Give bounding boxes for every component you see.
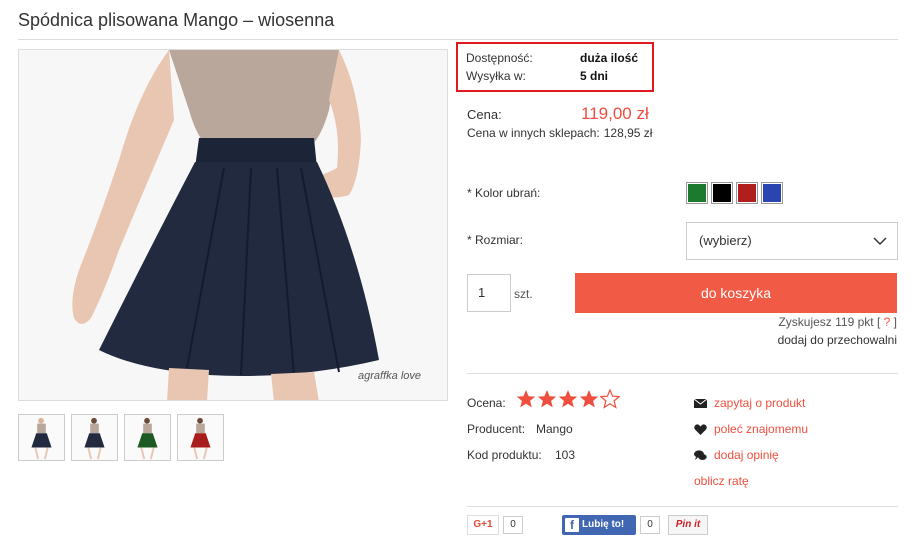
star-filled-icon[interactable] (579, 389, 599, 409)
chevron-down-icon (873, 237, 887, 246)
product-code-label: Kod produktu: (467, 448, 542, 462)
other-stores-price: Cena w innych sklepach: 128,95 zł (467, 126, 652, 140)
thumbnail-navy-2[interactable] (71, 414, 118, 461)
size-select-value: (wybierz) (699, 233, 752, 248)
star-filled-icon[interactable] (558, 389, 578, 409)
facebook-count: 0 (640, 516, 660, 534)
facebook-like-button[interactable]: f Lubię to! (562, 515, 636, 535)
star-filled-icon[interactable] (516, 389, 536, 409)
recommend-link[interactable]: poleć znajomemu (694, 422, 808, 436)
color-label: * Kolor ubrań: (467, 186, 541, 200)
add-to-cart-button[interactable]: do koszyka (575, 273, 897, 313)
other-price-value: 128,95 zł (603, 126, 653, 140)
add-to-storage-link[interactable]: dodaj do przechowalni (778, 333, 897, 347)
gplus-button[interactable]: G+1 (467, 515, 499, 535)
watermark: agraffka love (358, 370, 421, 382)
facebook-icon: f (565, 518, 579, 532)
points-help-link[interactable]: ? (884, 315, 891, 329)
star-empty-icon[interactable] (600, 389, 620, 409)
swatch-fill (713, 184, 731, 202)
rating-stars[interactable] (516, 389, 620, 409)
swatch-red[interactable] (736, 182, 758, 204)
review-label: dodaj opinię (714, 448, 779, 462)
ask-label: zapytaj o produkt (714, 396, 806, 410)
envelope-icon (694, 398, 707, 408)
swatch-blue[interactable] (761, 182, 783, 204)
producer-row: Producent: Mango (467, 422, 573, 436)
swatch-green[interactable] (686, 182, 708, 204)
availability-box: Dostępność: duża ilość Wysyłka w: 5 dni (456, 42, 654, 92)
product-title: Spódnica plisowana Mango – wiosenna (18, 10, 335, 30)
recommend-label: poleć znajomemu (714, 422, 809, 436)
ask-about-product-link[interactable]: zapytaj o produkt (694, 396, 805, 410)
swatch-fill (738, 184, 756, 202)
comment-icon (694, 449, 707, 460)
producer-label: Producent: (467, 422, 526, 436)
price-label: Cena: (467, 107, 502, 122)
gplus-count: 0 (503, 516, 523, 534)
swatch-fill (688, 184, 706, 202)
heart-icon (694, 423, 707, 435)
stock-value: duża ilość (580, 51, 639, 65)
color-swatches (686, 182, 783, 204)
thumbnail-green[interactable] (124, 414, 171, 461)
thumbnail-strip (18, 414, 224, 461)
producer-value: Mango (536, 422, 573, 436)
shipping-label: Wysyłka w: (466, 69, 526, 83)
loyalty-points: Zyskujesz 119 pkt [ ? ] (778, 315, 897, 329)
divider (467, 373, 898, 374)
points-bracket: ] (893, 315, 897, 329)
pinterest-button[interactable]: Pin it (668, 515, 708, 535)
swatch-black[interactable] (711, 182, 733, 204)
quantity-unit: szt. (514, 287, 533, 301)
price-row: Cena: 119,00 zł (467, 104, 649, 124)
other-price-label: Cena w innych sklepach: (467, 126, 600, 140)
thumbnail-red[interactable] (177, 414, 224, 461)
price-value: 119,00 zł (581, 104, 649, 123)
product-main-image[interactable]: agraffka love (18, 49, 448, 401)
add-review-link[interactable]: dodaj opinię (694, 448, 779, 462)
quantity-input[interactable]: 1 (467, 274, 511, 312)
product-code-value: 103 (555, 448, 576, 462)
shipping-value: 5 dni (580, 69, 609, 83)
installment-link[interactable]: oblicz ratę (694, 474, 749, 488)
title-divider (18, 39, 898, 40)
swatch-fill (763, 184, 781, 202)
thumbnail-navy[interactable] (18, 414, 65, 461)
size-select[interactable]: (wybierz) (686, 222, 898, 260)
stock-label: Dostępność: (466, 51, 533, 65)
points-text: Zyskujesz 119 pkt [ (778, 315, 881, 329)
product-code-row: Kod produktu: 103 (467, 448, 575, 462)
star-filled-icon[interactable] (537, 389, 557, 409)
divider (467, 506, 898, 507)
facebook-like-label: Lubię to! (582, 519, 625, 530)
product-photo (19, 50, 447, 400)
size-label: * Rozmiar: (467, 233, 524, 247)
